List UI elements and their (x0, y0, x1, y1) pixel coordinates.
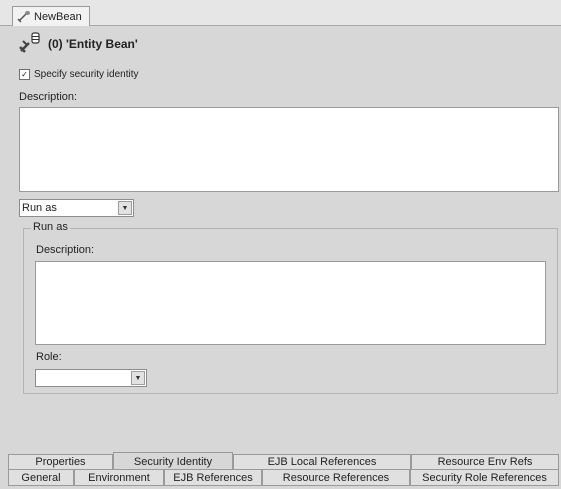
tab-environment[interactable]: Environment (74, 469, 164, 486)
tab-security-role-references[interactable]: Security Role References (410, 469, 559, 486)
bean-icon (17, 10, 31, 24)
tab-properties[interactable]: Properties (8, 454, 113, 470)
chevron-down-icon[interactable]: ▼ (131, 371, 145, 385)
tab-resource-references[interactable]: Resource References (262, 469, 410, 486)
description-label: Description: (19, 91, 78, 103)
page-header: (0) 'Entity Bean' (18, 30, 138, 58)
tab-ejb-references[interactable]: EJB References (164, 469, 262, 486)
specify-security-identity-row[interactable]: ✓ Specify security identity (19, 69, 139, 80)
tab-row-bottom: General Environment EJB References Resou… (8, 469, 559, 486)
role-label: Role: (36, 351, 62, 363)
description-textarea[interactable] (19, 107, 559, 192)
editor-tab-newbean[interactable]: NewBean (12, 6, 90, 26)
run-as-group-title: Run as (31, 221, 70, 233)
entity-bean-icon (18, 31, 42, 58)
security-mode-select[interactable]: Run as ▼ (19, 199, 134, 217)
tab-security-identity[interactable]: Security Identity (113, 452, 233, 470)
specify-security-identity-label: Specify security identity (34, 69, 139, 80)
page-title: (0) 'Entity Bean' (48, 37, 138, 51)
role-select[interactable]: ▼ (35, 369, 147, 387)
tab-row-top: Properties Security Identity EJB Local R… (8, 452, 559, 470)
tab-ejb-local-references[interactable]: EJB Local References (233, 454, 411, 470)
editor-tab-label: NewBean (34, 10, 82, 23)
run-as-description-label: Description: (36, 244, 95, 256)
security-mode-select-value: Run as (22, 202, 57, 214)
run-as-description-textarea[interactable] (35, 261, 546, 345)
tab-general[interactable]: General (8, 469, 74, 486)
specify-security-identity-checkbox[interactable]: ✓ (19, 69, 30, 80)
tab-resource-env-refs[interactable]: Resource Env Refs (411, 454, 559, 470)
chevron-down-icon[interactable]: ▼ (118, 201, 132, 215)
